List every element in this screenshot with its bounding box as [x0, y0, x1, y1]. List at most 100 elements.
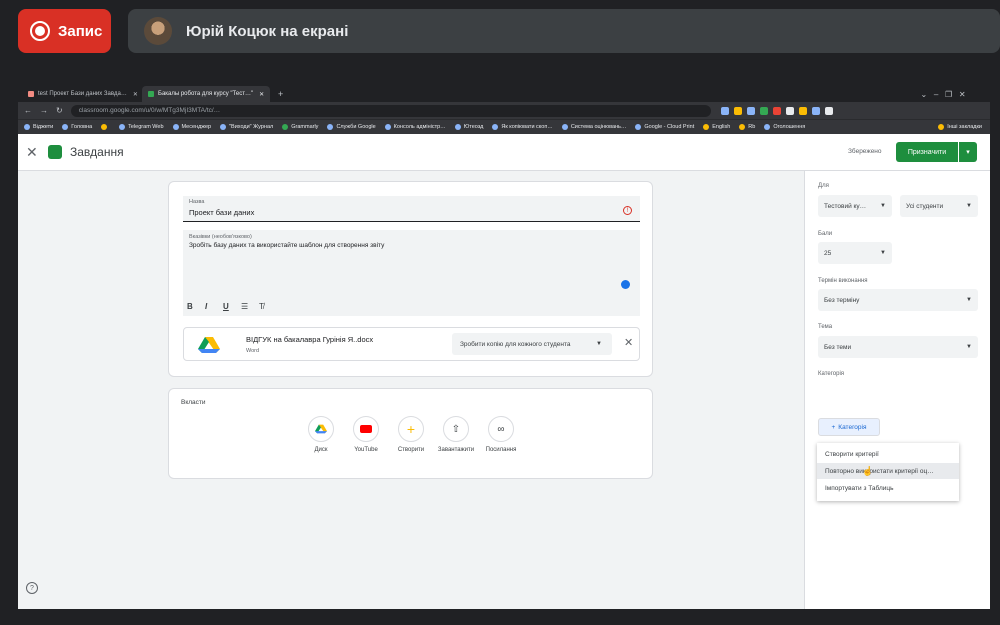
attach-youtube-button[interactable]: YouTube [346, 416, 386, 454]
bookmark[interactable]: Ютеозд [454, 124, 483, 130]
saved-status: Збережено [848, 148, 882, 155]
bookmark[interactable]: Головна [62, 124, 92, 130]
bookmark[interactable]: Оголошення [764, 124, 805, 130]
extension-icon[interactable] [759, 106, 768, 115]
bold-button[interactable]: B [187, 302, 193, 311]
attach-section-label: Вкласти [181, 399, 206, 406]
title-value: Проект бази даних [189, 208, 255, 217]
students-select[interactable]: Усі студенти ▼ [900, 195, 978, 217]
browser-tab[interactable]: test Проект Бази даних Завда… ✕ [22, 86, 140, 102]
url-input[interactable]: classroom.google.com/u/0/w/MTg3MjI3MTA/t… [70, 104, 711, 117]
help-icon[interactable]: ? [26, 582, 38, 594]
attachment-name: ВІДГУК на бакалавра Гурінія Я..docx [246, 335, 374, 344]
bookmark[interactable]: Інші закладки [938, 124, 982, 130]
due-select[interactable]: Без терміну ▼ [818, 289, 978, 311]
bookmark[interactable]: Rb [739, 124, 755, 130]
topic-label: Тема [818, 324, 833, 330]
rubric-label: Категорія [818, 371, 845, 377]
plus-icon: + [398, 416, 424, 442]
profile-icon[interactable] [824, 106, 833, 115]
extension-icon[interactable] [785, 106, 794, 115]
presenter-banner: Юрій Коцюк на екрані [128, 9, 1000, 53]
extension-icon[interactable] [733, 106, 742, 115]
menu-item-import-sheets[interactable]: Імпортувати з Таблиць [817, 480, 959, 496]
points-value: 25 [824, 249, 832, 257]
menu-item-create-rubric[interactable]: Створити критерії [817, 446, 959, 462]
plus-icon: + [831, 423, 836, 431]
record-button[interactable]: Запис [18, 9, 111, 53]
reload-icon[interactable]: ↻ [56, 106, 63, 115]
bookmark[interactable]: Служби Google [327, 124, 376, 130]
italic-button[interactable]: I [205, 302, 207, 311]
close-tab-icon[interactable]: ✕ [127, 91, 138, 98]
classroom-favicon-icon [148, 91, 154, 97]
clear-formatting-button[interactable]: T̸ [259, 302, 264, 311]
assignment-details-card: Назва Проект бази даних ! Вказівки (необ… [168, 181, 653, 377]
link-icon: ∞ [488, 416, 514, 442]
assign-dropdown-icon[interactable]: ▾ [959, 142, 977, 162]
window-controls[interactable]: ⌄ – ❐ ✕ [898, 86, 988, 102]
tab-label: test Проект Бази даних Завда… [38, 91, 127, 97]
bookmark[interactable]: Система оцінювань… [561, 124, 626, 130]
google-drive-icon [198, 337, 220, 353]
topic-select[interactable]: Без теми ▼ [818, 336, 978, 358]
bookmark[interactable]: Telegram Web [119, 124, 164, 130]
extension-icons [720, 106, 833, 115]
attach-link-button[interactable]: ∞ Посилання [481, 416, 521, 454]
assign-button[interactable]: Призначити [896, 142, 958, 162]
bookmark[interactable]: Як копіювати скоп… [492, 124, 553, 130]
tab-strip: test Проект Бази даних Завда… ✕ Бакалы р… [18, 84, 990, 102]
tab-favicon-icon [28, 91, 34, 97]
close-tab-icon[interactable]: ✕ [253, 91, 264, 98]
rubric-button-label: Категорія [838, 423, 867, 431]
points-label: Бали [818, 231, 833, 237]
attach-label: Диск [314, 447, 328, 453]
bookmark[interactable]: Месенджер [172, 124, 211, 130]
bookmark[interactable]: Консоль адміністр… [384, 124, 446, 130]
forward-icon[interactable]: → [40, 106, 48, 115]
remove-attachment-icon[interactable]: ✕ [624, 336, 633, 349]
students-value: Усі студенти [906, 202, 944, 210]
copy-mode-value: Зробити копію для кожного студента [460, 340, 571, 348]
bookmarks-bar: Віджети Головна Telegram Web Месенджер "… [18, 119, 990, 134]
grammarly-icon[interactable] [621, 280, 630, 289]
attach-card: Вкласти Диск YouTube + Створити ⇧ Завант… [168, 388, 653, 479]
instructions-field[interactable]: Вказівки (необов'язково) Зробіть базу да… [183, 230, 640, 316]
attachment-type: Word [246, 348, 260, 354]
points-select[interactable]: 25 ▼ [818, 242, 892, 264]
assignment-icon [48, 145, 62, 159]
bookmark[interactable] [101, 124, 110, 130]
attach-upload-button[interactable]: ⇧ Завантажити [436, 416, 476, 454]
title-label: Назва [189, 199, 205, 205]
bookmark[interactable]: "Виходи" Журнал [220, 124, 273, 130]
course-value: Тестовий ку… [824, 202, 867, 210]
topic-value: Без теми [824, 343, 852, 351]
bookmark[interactable]: Віджети [24, 124, 53, 130]
browser-tab-active[interactable]: Бакалы робота для курсу "Тест…" ✕ [142, 86, 270, 102]
chevron-down-icon: ▼ [880, 250, 886, 256]
course-select[interactable]: Тестовий ку… ▼ [818, 195, 892, 217]
extension-icon[interactable] [798, 106, 807, 115]
underline-button[interactable]: U [223, 302, 229, 311]
bulleted-list-button[interactable]: ☰ [241, 302, 248, 311]
extension-icon[interactable] [720, 106, 729, 115]
extension-icon[interactable] [772, 106, 781, 115]
back-icon[interactable]: ← [24, 106, 32, 115]
attach-drive-button[interactable]: Диск [301, 416, 341, 454]
add-rubric-button[interactable]: + Категорія [818, 418, 880, 436]
extension-icon[interactable] [746, 106, 755, 115]
bookmark[interactable]: Google - Cloud Print [635, 124, 694, 130]
menu-item-reuse-rubric[interactable]: Повторно використати критерії оц… [817, 463, 959, 479]
shared-screen: test Проект Бази даних Завда… ✕ Бакалы р… [18, 84, 990, 609]
attachment-row[interactable]: ВІДГУК на бакалавра Гурінія Я..docx Word… [183, 327, 640, 361]
copy-mode-select[interactable]: Зробити копію для кожного студента ▼ [452, 333, 612, 355]
bookmark[interactable]: Grammarly [282, 124, 318, 130]
bookmark[interactable]: English [703, 124, 730, 130]
attach-create-button[interactable]: + Створити [391, 416, 431, 454]
extension-icon[interactable] [811, 106, 820, 115]
due-label: Термін виконання [818, 278, 868, 284]
attach-label: Завантажити [437, 447, 475, 453]
close-icon[interactable]: ✕ [26, 144, 38, 161]
new-tab-button[interactable]: + [272, 86, 288, 102]
title-field[interactable]: Назва Проект бази даних ! [183, 196, 640, 222]
